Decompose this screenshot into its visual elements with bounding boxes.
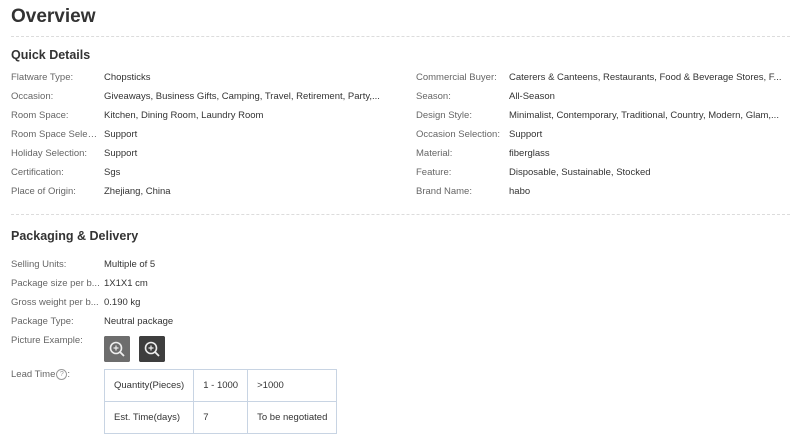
table-cell: To be negotiated — [247, 401, 338, 434]
detail-label: Design Style: — [416, 110, 472, 121]
table-cell: 1 - 1000 — [193, 369, 249, 402]
detail-value: Support — [104, 148, 138, 159]
packaging-value: Multiple of 5 — [104, 259, 156, 270]
table-row: Est. Time(days) 7 To be negotiated — [103, 401, 338, 434]
table-cell: Est. Time(days) — [103, 401, 195, 434]
detail-value: Support — [509, 129, 543, 140]
detail-label: Place of Origin: — [11, 186, 76, 197]
detail-value: Caterers & Canteens, Restaurants, Food &… — [509, 72, 782, 83]
packaging-label: Package Type: — [11, 316, 74, 327]
detail-value: habo — [509, 186, 531, 197]
detail-value: Support — [104, 129, 138, 140]
packaging-value: Neutral package — [104, 316, 174, 327]
packaging-value: 0.190 kg — [104, 297, 141, 308]
table-cell: Quantity(Pieces) — [103, 369, 195, 402]
packaging-heading: Packaging & Delivery — [11, 229, 139, 243]
lead-time-label-text: Lead Time — [11, 369, 56, 380]
detail-label: Flatware Type: — [11, 72, 74, 83]
picture-thumbnail-1[interactable] — [104, 336, 130, 362]
divider — [11, 36, 790, 37]
quick-details-heading: Quick Details — [11, 48, 91, 62]
packaging-value: 1X1X1 cm — [104, 278, 148, 289]
table-cell: 7 — [193, 401, 249, 434]
detail-label: Occasion Selection: — [416, 129, 500, 140]
table-cell: >1000 — [247, 369, 338, 402]
packaging-label: Selling Units: — [11, 259, 67, 270]
packaging-label: Gross weight per b... — [11, 297, 99, 308]
packaging-label: Package size per b... — [11, 278, 100, 289]
lead-time-table: Quantity(Pieces) 1 - 1000 >1000 Est. Tim… — [103, 369, 338, 434]
detail-value: Giveaways, Business Gifts, Camping, Trav… — [104, 91, 380, 102]
zoom-in-icon — [104, 336, 130, 362]
detail-label: Commercial Buyer: — [416, 72, 497, 83]
lead-time-label: Lead Time?: — [11, 367, 101, 383]
lead-time-colon: : — [67, 369, 71, 380]
question-circle-icon[interactable]: ? — [56, 368, 68, 380]
detail-value: Chopsticks — [104, 72, 151, 83]
detail-label: Room Space: — [11, 110, 69, 121]
detail-value: Zhejiang, China — [104, 186, 171, 197]
detail-label: Room Space Select... — [11, 129, 101, 140]
picture-thumbnail-2[interactable] — [139, 336, 165, 362]
detail-label: Occasion: — [11, 91, 54, 102]
table-row: Quantity(Pieces) 1 - 1000 >1000 — [103, 369, 338, 402]
picture-example-label: Picture Example: — [11, 335, 83, 346]
divider — [11, 214, 790, 215]
detail-value: Minimalist, Contemporary, Traditional, C… — [509, 110, 779, 121]
detail-value: Disposable, Sustainable, Stocked — [509, 167, 651, 178]
detail-value: Sgs — [104, 167, 121, 178]
zoom-in-icon — [139, 336, 165, 362]
detail-value: fiberglass — [509, 148, 550, 159]
detail-label: Holiday Selection: — [11, 148, 88, 159]
detail-label: Brand Name: — [416, 186, 472, 197]
page-title: Overview — [11, 6, 96, 27]
detail-value: Kitchen, Dining Room, Laundry Room — [104, 110, 264, 121]
detail-label: Season: — [416, 91, 451, 102]
detail-label: Certification: — [11, 167, 64, 178]
detail-label: Material: — [416, 148, 453, 159]
detail-label: Feature: — [416, 167, 452, 178]
detail-value: All-Season — [509, 91, 555, 102]
